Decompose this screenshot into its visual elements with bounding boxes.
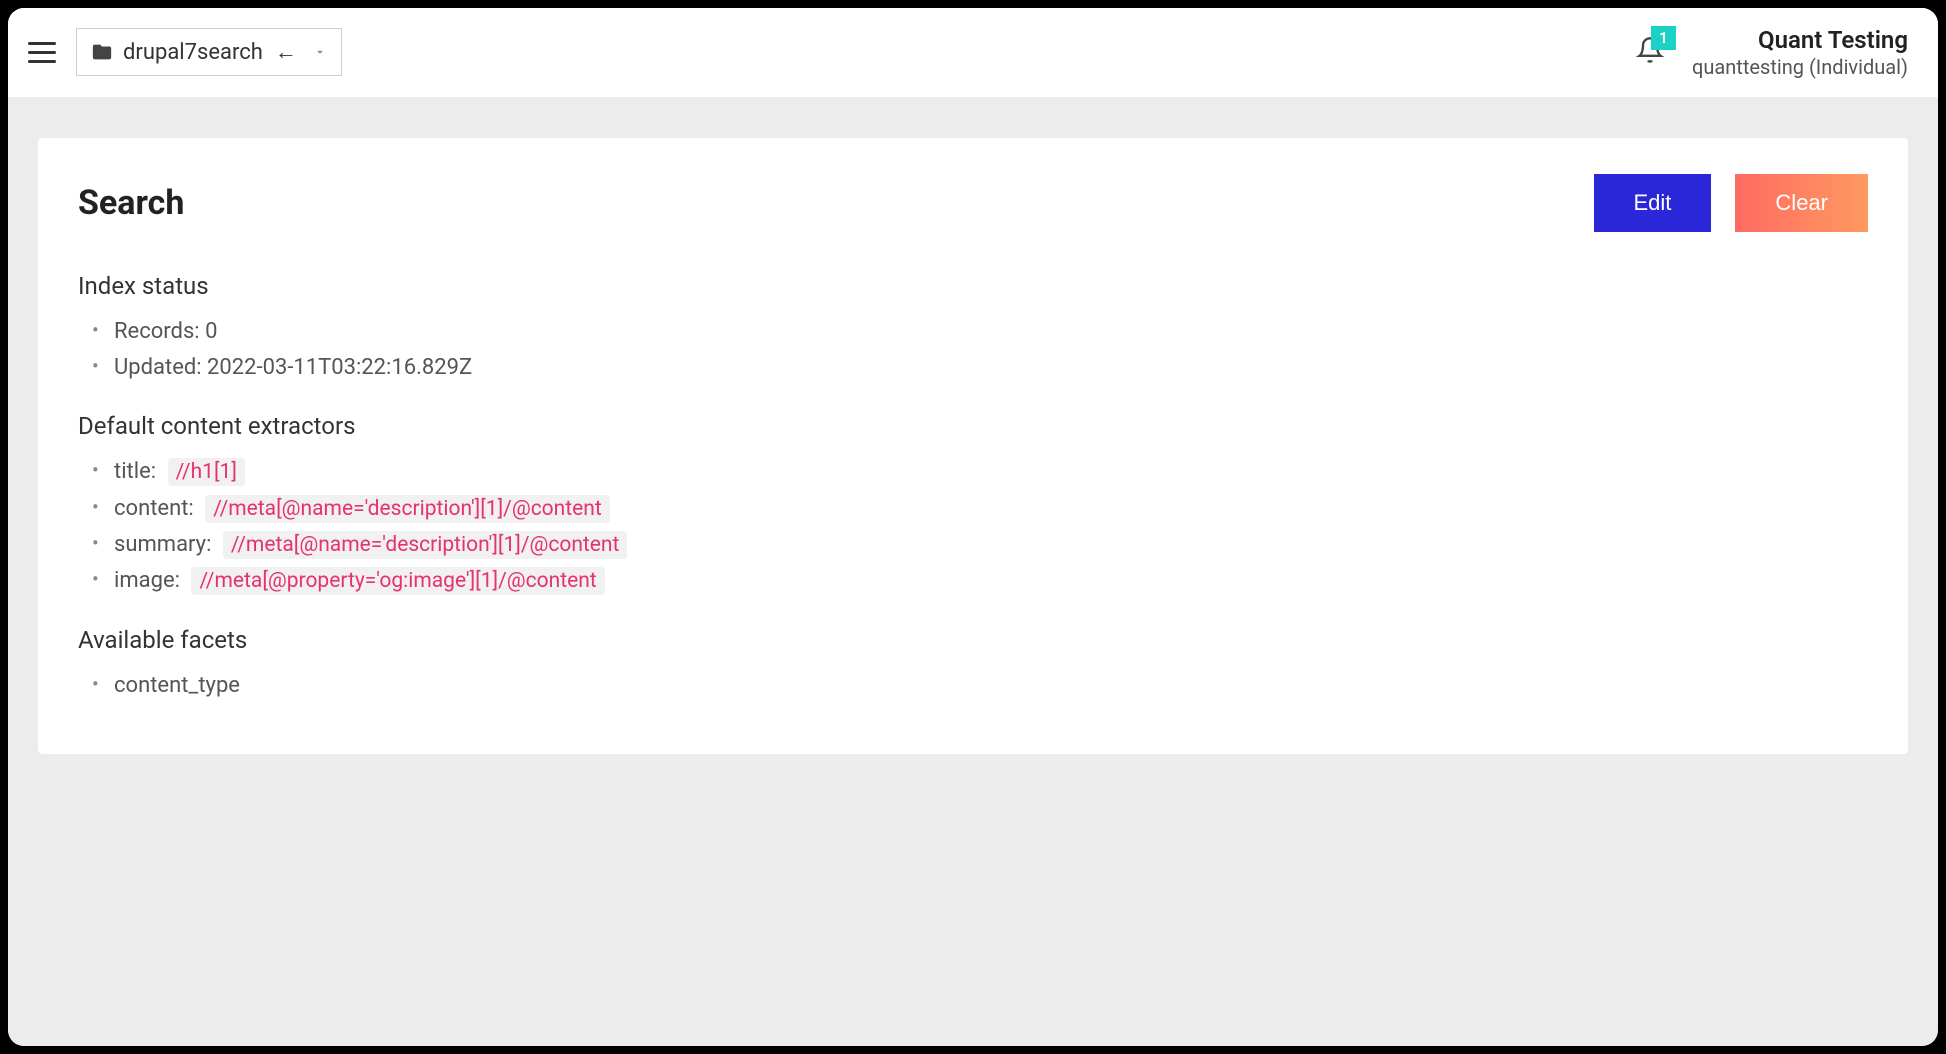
extractor-value: //meta[@property='og:image'][1]/@content	[191, 567, 604, 595]
menu-button[interactable]	[28, 36, 60, 68]
folder-icon	[91, 41, 113, 63]
clear-button[interactable]: Clear	[1735, 174, 1868, 232]
app-window: drupal7search ← 1 Quant Testing quanttes…	[8, 8, 1938, 1046]
extractor-item: title: //h1[1]	[114, 454, 1868, 490]
extractor-value: //meta[@name='description'][1]/@content	[223, 531, 628, 559]
hamburger-icon	[28, 60, 56, 63]
facet-item: content_type	[114, 668, 1868, 704]
hamburger-icon	[28, 42, 56, 45]
project-selector[interactable]: drupal7search ←	[76, 28, 342, 76]
records-item: Records: 0	[114, 314, 1868, 350]
updated-item: Updated: 2022-03-11T03:22:16.829Z	[114, 350, 1868, 386]
extractor-item: image: //meta[@property='og:image'][1]/@…	[114, 563, 1868, 599]
edit-button[interactable]: Edit	[1594, 174, 1712, 232]
card-header: Search Edit Clear	[78, 174, 1868, 232]
extractor-item: summary: //meta[@name='description'][1]/…	[114, 527, 1868, 563]
top-bar-left: drupal7search ←	[28, 28, 342, 76]
content-area: Search Edit Clear Index status Records: …	[8, 98, 1938, 1046]
extractor-label: content:	[114, 496, 194, 521]
top-bar-right: 1 Quant Testing quanttesting (Individual…	[1632, 26, 1908, 79]
facets-heading: Available facets	[78, 626, 1868, 654]
extractor-value: //meta[@name='description'][1]/@content	[205, 495, 610, 523]
facets-list: content_type	[78, 668, 1868, 704]
extractors-heading: Default content extractors	[78, 412, 1868, 440]
project-name: drupal7search	[123, 40, 263, 65]
account-subtitle: quanttesting (Individual)	[1692, 55, 1908, 79]
extractor-value: //h1[1]	[168, 458, 245, 486]
index-status-list: Records: 0 Updated: 2022-03-11T03:22:16.…	[78, 314, 1868, 387]
arrow-left-icon: ←	[275, 39, 297, 65]
notification-badge: 1	[1651, 26, 1676, 49]
extractors-list: title: //h1[1] content: //meta[@name='de…	[78, 454, 1868, 599]
extractor-label: summary:	[114, 532, 211, 557]
action-buttons: Edit Clear	[1594, 174, 1869, 232]
notifications-button[interactable]: 1	[1632, 32, 1668, 72]
index-status-heading: Index status	[78, 272, 1868, 300]
extractor-label: image:	[114, 568, 180, 593]
extractor-label: title:	[114, 459, 156, 484]
chevron-down-icon	[313, 40, 327, 65]
account-name: Quant Testing	[1692, 26, 1908, 55]
page-title: Search	[78, 183, 184, 223]
hamburger-icon	[28, 51, 56, 54]
extractor-item: content: //meta[@name='description'][1]/…	[114, 491, 1868, 527]
account-info[interactable]: Quant Testing quanttesting (Individual)	[1692, 26, 1908, 79]
main-card: Search Edit Clear Index status Records: …	[38, 138, 1908, 754]
top-bar: drupal7search ← 1 Quant Testing quanttes…	[8, 8, 1938, 98]
